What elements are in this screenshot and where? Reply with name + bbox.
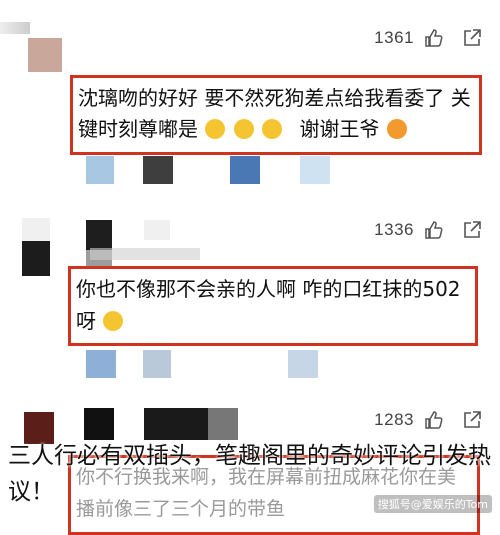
image-thumb[interactable]: [143, 350, 171, 378]
watermark: 搜狐号@爱娱乐的Tom: [373, 495, 492, 513]
image-thumb[interactable]: [86, 156, 114, 184]
username-mosaic: [208, 408, 238, 440]
share-arrow-icon[interactable]: [462, 220, 482, 240]
avatar[interactable]: [22, 218, 50, 276]
image-thumb[interactable]: [230, 156, 260, 184]
image-thumb[interactable]: [143, 156, 173, 184]
grin-emoji-icon: [205, 119, 226, 139]
image-thumb[interactable]: [300, 156, 330, 184]
share-arrow-icon[interactable]: [462, 410, 482, 430]
comment-meta: 1361: [374, 28, 482, 48]
username-mosaic: [144, 408, 208, 440]
grin-emoji-icon: [262, 119, 283, 139]
share-arrow-icon[interactable]: [462, 28, 482, 48]
username-mosaic: [0, 22, 30, 34]
comment-text-line2-start: 呀: [76, 309, 96, 333]
avatar[interactable]: [28, 38, 62, 72]
like-count: 1336: [374, 220, 414, 239]
comment-text-line2: 呀: [76, 306, 124, 337]
comment-meta: 1283: [374, 410, 482, 430]
username-mosaic: [84, 408, 114, 440]
comment-text-line1: 沈璃吻的好好 要不然死狗差点给我看委了 关: [78, 86, 471, 110]
username-mosaic: [86, 220, 112, 250]
comment-meta: 1336: [374, 220, 482, 240]
comment-2: 1336 你也不像那不会亲的人啊 咋的口红抹的502 呀: [0, 200, 500, 400]
thumbs-up-icon[interactable]: [424, 410, 444, 430]
comment-1: 1361 沈璃吻的好好 要不然死狗差点给我看委了 关 键时刻尊嘟是 谢谢王爷: [0, 0, 500, 200]
like-count: 1361: [374, 28, 414, 47]
thumbs-up-icon[interactable]: [424, 220, 444, 240]
crying-laugh-emoji-icon: [103, 311, 124, 331]
comment-text-line2: 键时刻尊嘟是 谢谢王爷: [78, 114, 408, 145]
comment-text-line2-start: 键时刻尊嘟是: [78, 117, 198, 141]
grin-emoji-icon: [233, 119, 254, 139]
image-thumb[interactable]: [288, 350, 318, 378]
username-mosaic: [144, 220, 170, 240]
username-mosaic: [90, 248, 200, 260]
like-count: 1283: [374, 410, 414, 429]
heart-eyes-emoji-icon: [386, 119, 407, 139]
comment-text-line2-end: 谢谢王爷: [299, 117, 380, 141]
image-thumb[interactable]: [86, 350, 116, 378]
thumbs-up-icon[interactable]: [424, 28, 444, 48]
comment-text-line1: 你也不像那不会亲的人啊 咋的口红抹的502: [76, 277, 461, 301]
